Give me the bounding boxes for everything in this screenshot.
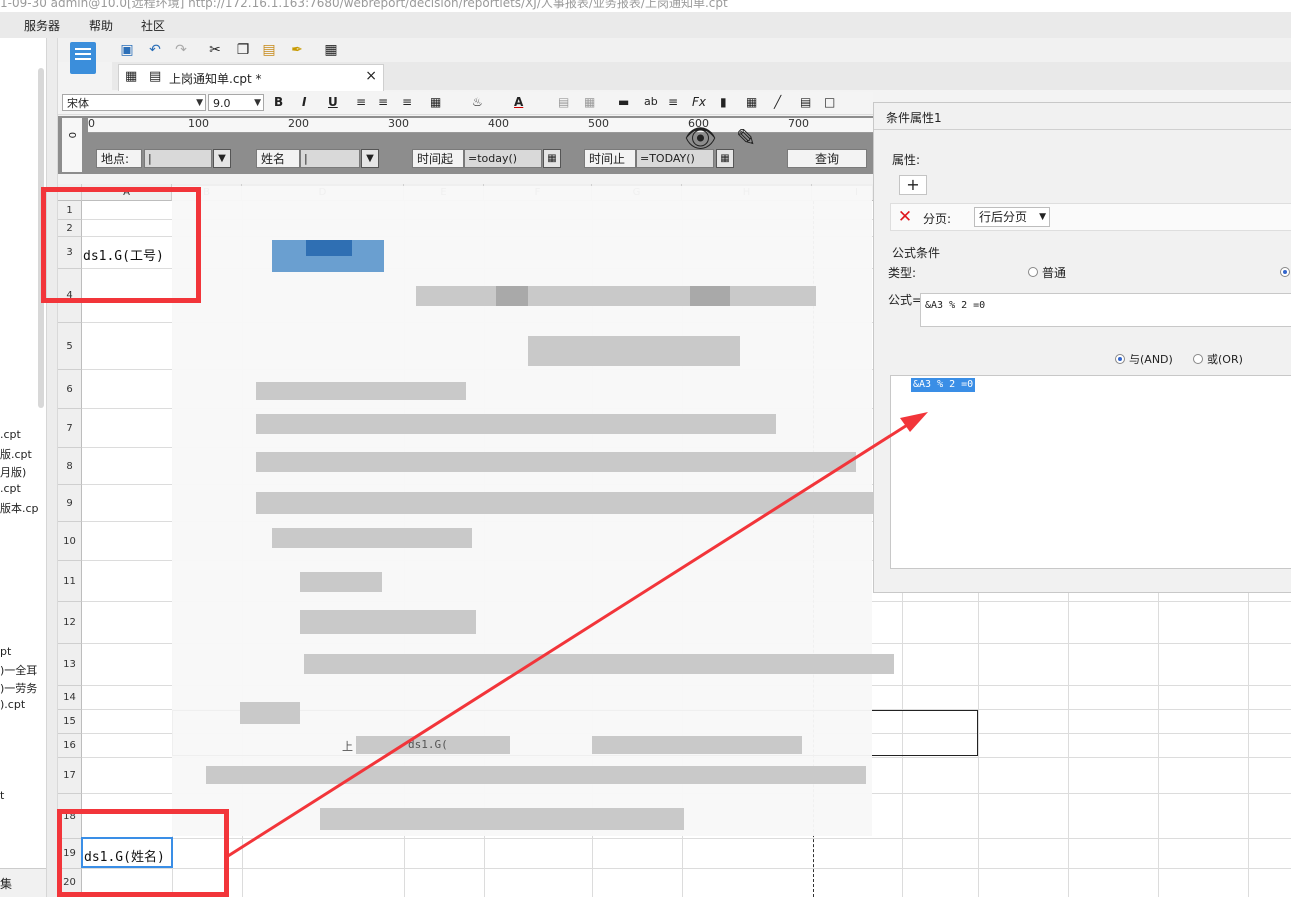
- annotation-arrow: [227, 412, 928, 858]
- arrow-head: [900, 412, 928, 432]
- arrow-line: [227, 420, 913, 858]
